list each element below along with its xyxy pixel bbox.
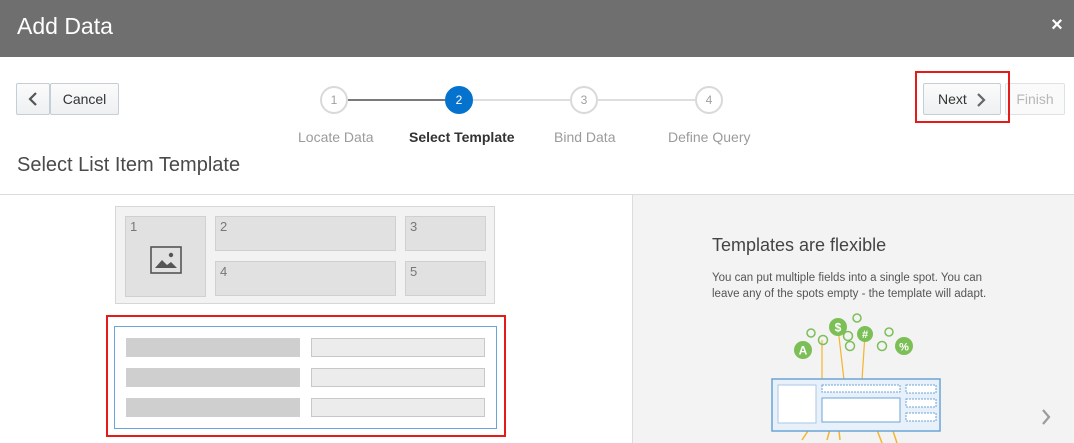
template-option-1[interactable]: 1 2 3 4 5 <box>115 206 495 304</box>
template-slot-3: 3 <box>405 216 486 251</box>
template-bar <box>311 338 485 357</box>
svg-text:#: # <box>862 329 868 341</box>
train-connector <box>473 99 570 101</box>
train-connector <box>348 99 445 101</box>
svg-text:%: % <box>899 342 909 354</box>
section-title: Select List Item Template <box>17 154 241 176</box>
flexible-template-illustration: A $ # % <box>771 313 941 443</box>
train-connector <box>598 99 695 101</box>
svg-text:A: A <box>799 344 808 358</box>
info-title: Templates are flexible <box>712 235 887 255</box>
train-step-2[interactable]: 2 <box>445 86 473 114</box>
dialog-title: Add Data <box>17 13 113 39</box>
back-button[interactable] <box>16 83 50 115</box>
template-option-2[interactable] <box>114 326 497 429</box>
image-placeholder-icon <box>150 246 182 274</box>
close-icon[interactable]: × <box>1046 14 1068 36</box>
chevron-right-icon[interactable] <box>1040 408 1052 426</box>
template-bar <box>311 398 485 417</box>
train-step-2-label: Select Template <box>409 129 515 145</box>
cancel-button[interactable]: Cancel <box>50 83 119 115</box>
finish-button[interactable]: Finish <box>1005 83 1065 115</box>
template-bar <box>126 338 300 357</box>
template-bar <box>126 398 300 417</box>
dialog-titlebar: Add Data × <box>0 0 1074 57</box>
chevron-left-icon <box>28 92 37 106</box>
train-step-4[interactable]: 4 <box>695 86 723 114</box>
template-bar <box>311 368 485 387</box>
template-slot-2: 2 <box>215 216 396 251</box>
train-step-3-label: Bind Data <box>554 129 616 145</box>
next-button-highlight <box>915 71 1010 123</box>
template-slot-5: 5 <box>405 261 486 296</box>
train-step-1-label: Locate Data <box>298 129 374 145</box>
template-bar <box>126 368 300 387</box>
info-text: You can put multiple fields into a singl… <box>712 272 987 300</box>
train-step-4-label: Define Query <box>668 129 751 145</box>
train-step-1[interactable]: 1 <box>320 86 348 114</box>
template-slot-4: 4 <box>215 261 396 296</box>
template-slot-1: 1 <box>125 216 206 297</box>
train-step-3[interactable]: 3 <box>570 86 598 114</box>
svg-text:$: $ <box>835 321 842 335</box>
